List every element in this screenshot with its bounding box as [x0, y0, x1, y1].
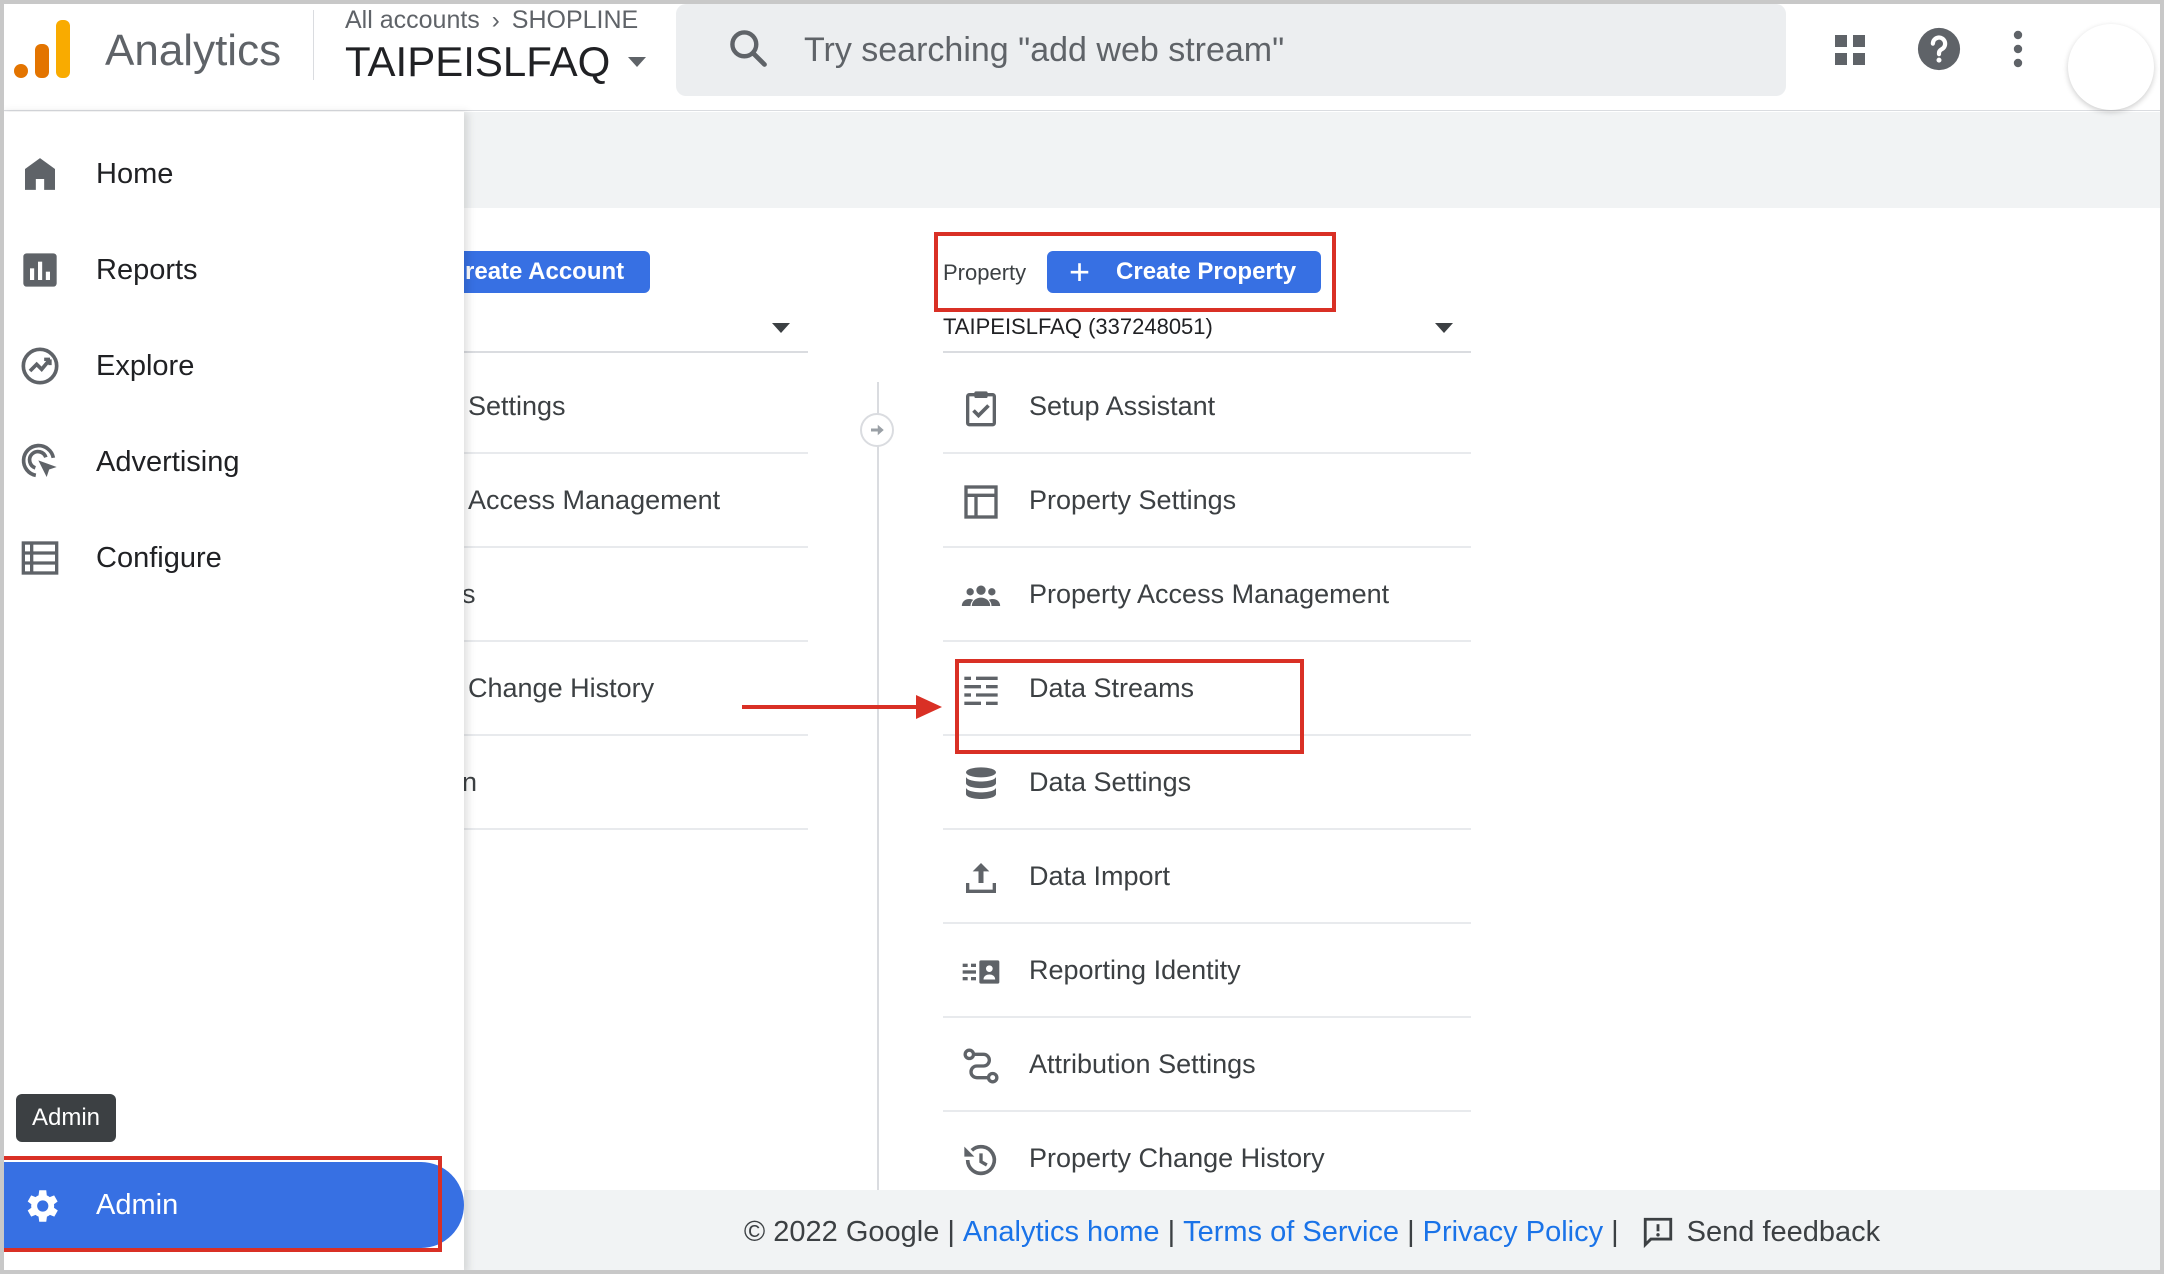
dropdown-caret-icon: [772, 323, 790, 333]
list-item-label: Data Import: [1029, 860, 1171, 891]
attribution-icon: [963, 1048, 999, 1084]
identity-icon: [962, 960, 1000, 984]
list-item-property-settings[interactable]: Property Settings: [943, 454, 1471, 548]
database-icon: [966, 767, 996, 799]
list-item-label: Access Management: [468, 484, 721, 515]
help-icon[interactable]: [1916, 26, 1962, 72]
nav-item-label: Home: [96, 157, 174, 190]
list-item-data-settings[interactable]: Data Settings: [943, 736, 1471, 830]
create-property-label: Create Property: [1116, 258, 1297, 285]
reports-icon: [23, 253, 57, 287]
send-feedback-label: Send feedback: [1686, 1215, 1881, 1248]
nav-item-label: Advertising: [96, 445, 240, 478]
list-item-data-import[interactable]: Data Import: [943, 830, 1471, 924]
privacy-link[interactable]: Privacy Policy: [1423, 1216, 1604, 1249]
nav-item-admin[interactable]: Admin: [0, 1162, 464, 1248]
advertising-icon: [21, 443, 57, 478]
list-item-label: Property Access Management: [1029, 578, 1390, 609]
history-icon: [964, 1144, 997, 1176]
side-navigation: Home Reports Explore Advertising Configu…: [0, 112, 464, 1274]
list-item-property-access-management[interactable]: Property Access Management: [943, 548, 1471, 642]
list-item-data-streams[interactable]: Data Streams: [943, 642, 1471, 736]
terms-link[interactable]: Terms of Service: [1183, 1216, 1399, 1249]
account-selector[interactable]: [420, 303, 808, 353]
arrow-circle-icon: [860, 413, 894, 447]
explore-icon: [21, 347, 59, 385]
nav-item-home[interactable]: Home: [0, 139, 464, 209]
list-item[interactable]: Access Management: [420, 454, 808, 548]
list-item-label: Setup Assistant: [1029, 390, 1216, 421]
account-settings-list: Settings Access Management s Change Hist…: [420, 360, 808, 830]
breadcrumb-root[interactable]: All accounts: [345, 6, 480, 35]
more-vert-icon[interactable]: [2004, 28, 2032, 70]
copyright-text: © 2022 Google: [743, 1215, 940, 1248]
analytics-home-link[interactable]: Analytics home: [963, 1216, 1160, 1249]
property-settings-list: Setup Assistant Property Settings Proper…: [943, 360, 1471, 1206]
list-item[interactable]: s: [420, 548, 808, 642]
nav-item-label: Explore: [96, 349, 195, 382]
dropdown-caret-icon: [628, 57, 647, 67]
nav-item-explore[interactable]: Explore: [0, 331, 464, 401]
chevron-right-icon: ›: [491, 6, 500, 34]
layout-icon: [964, 485, 998, 519]
property-column-label: Property: [943, 260, 1027, 285]
upload-icon: [966, 863, 996, 893]
nav-item-label: Reports: [96, 253, 198, 286]
app-name: Analytics: [105, 26, 282, 75]
list-item[interactable]: Change History: [420, 642, 808, 736]
list-item-label: Data Settings: [1029, 766, 1192, 797]
admin-tooltip: Admin: [16, 1094, 117, 1142]
list-item-label: Data Streams: [1029, 672, 1195, 703]
streams-icon: [964, 676, 998, 705]
create-property-button[interactable]: + Create Property: [1047, 251, 1321, 293]
nav-item-configure[interactable]: Configure: [0, 523, 464, 593]
property-selector[interactable]: TAIPEISLFAQ (337248051): [943, 303, 1471, 353]
avatar[interactable]: [2068, 24, 2154, 110]
list-item-label: Property Change History: [1029, 1142, 1325, 1173]
send-feedback-button[interactable]: Send feedback: [1641, 1215, 1880, 1249]
list-item[interactable]: Settings: [420, 360, 808, 454]
dropdown-caret-icon: [1435, 323, 1453, 333]
home-icon: [25, 158, 55, 190]
analytics-logo-icon[interactable]: [14, 20, 70, 78]
property-selector-value: TAIPEISLFAQ (337248051): [943, 314, 1213, 339]
list-item[interactable]: n: [420, 736, 808, 830]
nav-item-reports[interactable]: Reports: [0, 235, 464, 305]
nav-item-label: Configure: [96, 541, 222, 574]
footer-separator: |: [1407, 1215, 1415, 1248]
nav-item-advertising[interactable]: Advertising: [0, 427, 464, 497]
property-picker-label: TAIPEISLFAQ: [345, 38, 611, 85]
configure-icon: [21, 541, 59, 575]
breadcrumb-account[interactable]: SHOPLINE: [512, 6, 638, 35]
list-item-setup-assistant[interactable]: Setup Assistant: [943, 360, 1471, 454]
list-item-label: Attribution Settings: [1029, 1048, 1256, 1079]
nav-item-label: Admin: [96, 1188, 179, 1221]
plus-icon: +: [1069, 251, 1091, 292]
breadcrumb[interactable]: All accounts › SHOPLINE: [345, 6, 638, 35]
search-bar[interactable]: [676, 4, 1786, 96]
footer-separator: |: [947, 1215, 955, 1248]
list-item-label: Property Settings: [1029, 484, 1237, 515]
footer-separator: |: [1611, 1215, 1619, 1248]
list-item-label: Reporting Identity: [1029, 954, 1241, 985]
list-item-label: Change History: [468, 672, 655, 703]
top-bar: Analytics All accounts › SHOPLINE TAIPEI…: [0, 0, 2164, 111]
clipboard-check-icon: [966, 391, 996, 427]
search-icon: [730, 30, 767, 67]
list-item-attribution-settings[interactable]: Attribution Settings: [943, 1018, 1471, 1112]
header-divider: [313, 10, 314, 80]
list-item-label: s: [462, 578, 476, 609]
gear-icon: [27, 1190, 58, 1222]
footer-separator: |: [1167, 1215, 1176, 1248]
search-input[interactable]: [804, 22, 1704, 78]
feedback-icon: [1643, 1217, 1672, 1249]
column-divider: [877, 382, 879, 1190]
property-picker[interactable]: TAIPEISLFAQ: [345, 38, 647, 86]
people-icon: [961, 585, 1001, 606]
list-item-reporting-identity[interactable]: Reporting Identity: [943, 924, 1471, 1018]
list-item-label: Settings: [468, 390, 566, 421]
apps-grid-icon[interactable]: [1832, 32, 1868, 68]
list-item-label: n: [462, 766, 478, 797]
